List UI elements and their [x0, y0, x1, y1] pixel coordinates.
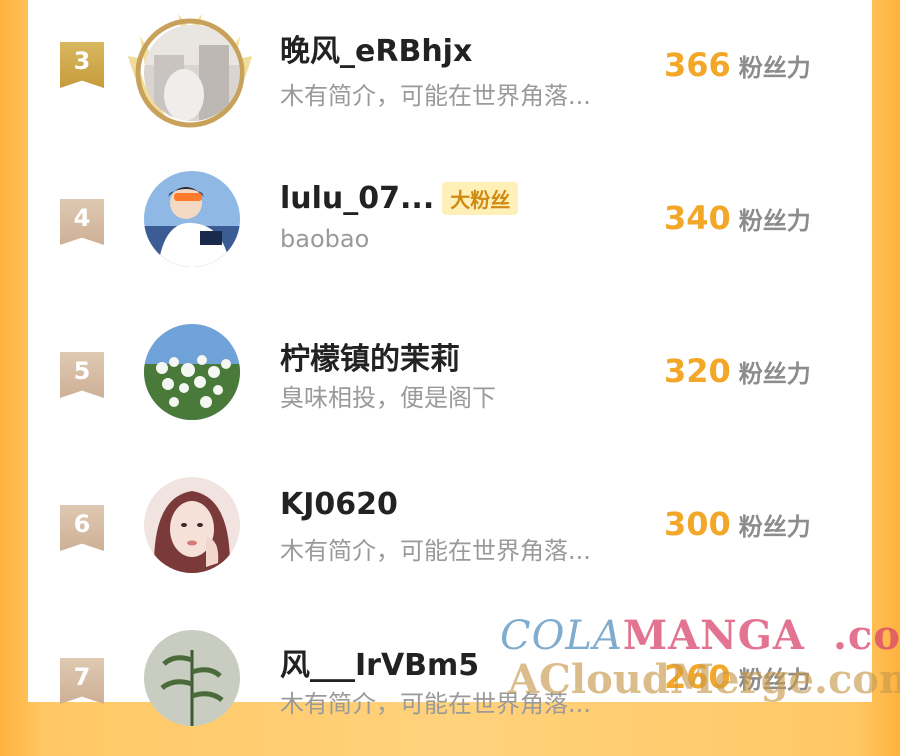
score-value: 340 — [664, 199, 731, 237]
fan-power-score: 366 粉丝力 — [664, 46, 811, 84]
score-value: 300 — [664, 505, 731, 543]
ranking-card: 3 晚风_eRBhjx 木有简介，可能在世界角落... 366 粉丝力 4 lu… — [28, 0, 872, 726]
username[interactable]: KJ0620 — [280, 487, 398, 522]
name-line: KJ0620 — [280, 487, 398, 522]
rank-number: 5 — [73, 357, 91, 385]
fan-level-badge: 大粉丝 — [442, 182, 519, 215]
score-unit: 粉丝力 — [738, 54, 811, 82]
username[interactable]: lulu_07... — [280, 181, 434, 216]
rank-number: 6 — [73, 510, 91, 538]
name-line: lulu_07... 大粉丝 — [280, 181, 519, 216]
score-unit: 粉丝力 — [738, 360, 811, 388]
rank-badge: 4 — [60, 199, 104, 245]
fan-power-score: 320 粉丝力 — [664, 352, 811, 390]
avatar[interactable] — [144, 171, 240, 267]
ranking-row[interactable]: 5 柠檬镇的茉莉 臭味相投，便是阁下 320 粉丝力 — [28, 296, 872, 450]
score-value: 320 — [664, 352, 731, 390]
avatar[interactable] — [144, 477, 240, 573]
avatar[interactable] — [144, 630, 240, 726]
score-unit: 粉丝力 — [738, 513, 811, 541]
score-unit: 粉丝力 — [738, 207, 811, 235]
avatar[interactable] — [144, 324, 240, 420]
rank-number: 3 — [73, 47, 91, 75]
name-line: 风___IrVBm5 — [280, 640, 479, 684]
ranking-row[interactable]: 4 lulu_07... 大粉丝 baobao 340 粉丝力 — [28, 143, 872, 297]
name-line: 柠檬镇的茉莉 — [280, 334, 460, 378]
score-value: 260 — [664, 658, 731, 696]
rank-badge: 6 — [60, 505, 104, 551]
username[interactable]: 柠檬镇的茉莉 — [280, 334, 460, 378]
username[interactable]: 风___IrVBm5 — [280, 640, 479, 684]
ranking-row[interactable]: 6 KJ0620 木有简介，可能在世界角落... 300 粉丝力 — [28, 449, 872, 603]
fan-power-score: 300 粉丝力 — [664, 505, 811, 543]
user-bio: baobao — [280, 225, 370, 253]
rank-badge: 5 — [60, 352, 104, 398]
username[interactable]: 晚风_eRBhjx — [280, 26, 472, 70]
ranking-row[interactable]: 3 晚风_eRBhjx 木有简介，可能在世界角落... 366 粉丝力 — [28, 0, 872, 144]
name-line: 晚风_eRBhjx — [280, 26, 472, 70]
rank-badge: 3 — [60, 42, 104, 88]
ranking-row[interactable]: 7 风___IrVBm5 木有简介，可能在世界角落... 260 粉丝力 — [28, 602, 872, 756]
score-unit: 粉丝力 — [738, 666, 811, 694]
rank-number: 4 — [73, 204, 91, 232]
page-background: { "ranking": { "unit_label": "粉丝力", "ent… — [0, 0, 900, 726]
fan-power-score: 340 粉丝力 — [664, 199, 811, 237]
user-bio: 木有简介，可能在世界角落... — [280, 537, 591, 565]
user-bio: 臭味相投，便是阁下 — [280, 384, 496, 412]
fan-power-score: 260 粉丝力 — [664, 658, 811, 696]
rank-badge: 7 — [60, 658, 104, 704]
avatar[interactable] — [144, 25, 240, 121]
rank-number: 7 — [73, 663, 91, 691]
score-value: 366 — [664, 46, 731, 84]
user-bio: 木有简介，可能在世界角落... — [280, 82, 591, 110]
